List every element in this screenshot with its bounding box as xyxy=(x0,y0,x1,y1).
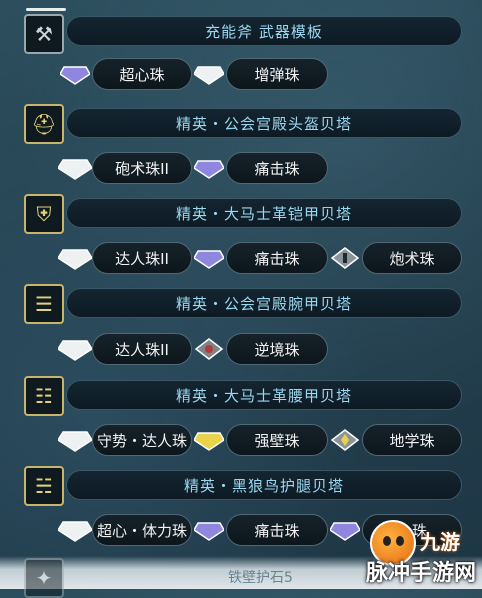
gray-gem-slot-icon xyxy=(328,245,362,271)
decoration-slot[interactable]: 炮术珠 xyxy=(362,242,462,274)
white-gem-slot-icon xyxy=(58,155,92,181)
decoration-slot[interactable]: 守势・达人珠 xyxy=(92,424,192,456)
purple-gem-slot-icon xyxy=(58,61,92,87)
red-gem-slot-icon xyxy=(192,336,226,362)
yellow-small-gem-slot-icon xyxy=(328,427,362,453)
logo-eye-right-icon xyxy=(396,536,404,546)
purple-gem-slot-icon xyxy=(192,245,226,271)
decoration-slot[interactable]: 地学珠 xyxy=(362,424,462,456)
chest-armor-icon: ⛨ xyxy=(24,194,64,234)
equipment-title[interactable]: 精英・公会宫殿头盔贝塔 xyxy=(66,108,462,138)
watermark-text: 脉冲手游网 xyxy=(365,561,476,586)
charm-icon: ✦ xyxy=(24,558,64,598)
white-gem-slot-icon xyxy=(58,245,92,271)
white-gem-slot-icon xyxy=(192,61,226,87)
equipment-title[interactable]: 精英・大马士革腰甲贝塔 xyxy=(66,380,462,410)
white-gem-slot-icon xyxy=(58,517,92,543)
white-gem-slot-icon xyxy=(58,427,92,453)
switch-axe-weapon-icon: ⚒ xyxy=(24,14,64,54)
leg-armor-icon: ☵ xyxy=(24,466,64,506)
decoration-slot[interactable]: 超心珠 xyxy=(92,58,192,90)
decoration-slot[interactable]: 达人珠II xyxy=(92,242,192,274)
selection-accent xyxy=(26,8,66,11)
decoration-slot[interactable]: 增弹珠 xyxy=(226,58,328,90)
yellow-gem-slot-icon xyxy=(192,427,226,453)
decoration-slot[interactable]: 达人珠II xyxy=(92,333,192,365)
decoration-slot[interactable]: 强壁珠 xyxy=(226,424,328,456)
equipment-title[interactable]: 精英・公会宫殿腕甲贝塔 xyxy=(66,288,462,318)
logo-eye-left-icon xyxy=(383,536,391,546)
equipment-title[interactable]: 精英・黑狼鸟护腿贝塔 xyxy=(66,470,462,500)
decoration-slot[interactable]: 超心・体力珠 xyxy=(92,514,192,546)
helmet-icon: ⛑ xyxy=(24,104,64,144)
decoration-slot[interactable]: 痛击珠 xyxy=(226,242,328,274)
equipment-title[interactable]: 充能斧 武器模板 xyxy=(66,16,462,46)
decoration-slot[interactable]: 逆境珠 xyxy=(226,333,328,365)
arm-armor-icon: ☰ xyxy=(24,284,64,324)
purple-gem-slot-icon xyxy=(192,155,226,181)
watermark-logo-text: 九游 xyxy=(420,530,460,554)
equipment-title[interactable]: 精英・大马士革铠甲贝塔 xyxy=(66,198,462,228)
purple-gem-slot-icon xyxy=(328,517,362,543)
charm-title[interactable]: 铁壁护石5 xyxy=(228,567,293,587)
purple-gem-slot-icon xyxy=(192,517,226,543)
decoration-slot[interactable]: 痛击珠 xyxy=(226,514,328,546)
decoration-slot[interactable]: 痛击珠 xyxy=(226,152,328,184)
decoration-slot[interactable]: 砲术珠II xyxy=(92,152,192,184)
waist-armor-icon: ☷ xyxy=(24,376,64,416)
white-gem-slot-icon xyxy=(58,336,92,362)
